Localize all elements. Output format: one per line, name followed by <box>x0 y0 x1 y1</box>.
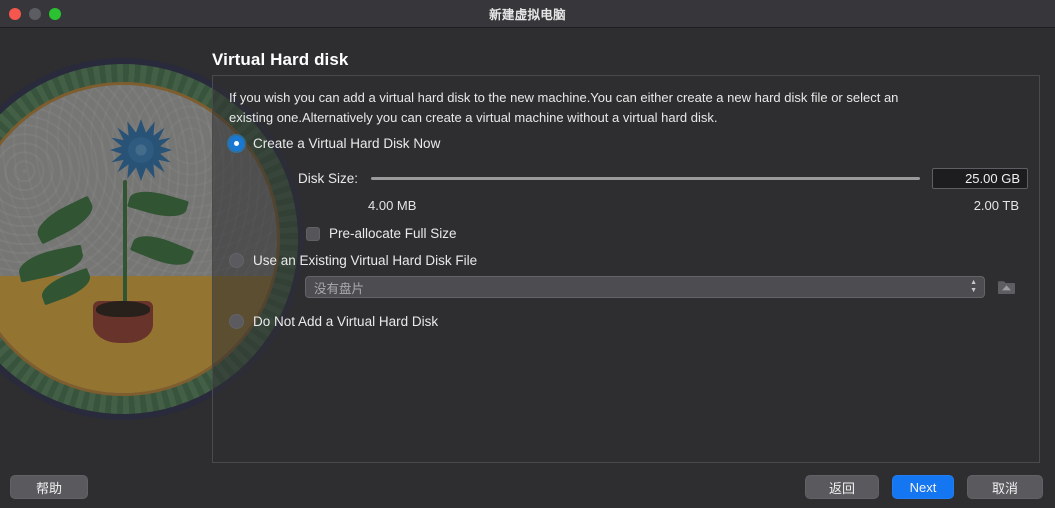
window-controls <box>9 0 61 28</box>
minimize-button[interactable] <box>29 8 41 20</box>
existing-disk-row: 没有盘片 ▲ ▼ <box>305 276 1025 298</box>
back-button[interactable]: 返回 <box>805 475 879 499</box>
pot-soil <box>96 300 150 317</box>
page-title: Virtual Hard disk <box>212 50 349 69</box>
radio-create-now-label: Create a Virtual Hard Disk Now <box>253 136 441 151</box>
close-button[interactable] <box>9 8 21 20</box>
help-button[interactable]: 帮助 <box>10 475 88 499</box>
option-do-not-add-virtual-hard-disk[interactable]: Do Not Add a Virtual Hard Disk <box>229 314 438 329</box>
disk-size-slider[interactable] <box>371 171 920 187</box>
cancel-button[interactable]: 取消 <box>967 475 1043 499</box>
disk-size-min-label: 4.00 MB <box>368 198 417 213</box>
radio-create-now[interactable] <box>229 136 244 151</box>
checkbox-pre-allocate[interactable] <box>306 226 320 241</box>
disk-size-max-label: 2.00 TB <box>973 198 1019 213</box>
window-title: 新建虚拟电脑 <box>489 8 566 22</box>
existing-disk-select[interactable]: 没有盘片 ▲ ▼ <box>305 276 985 298</box>
checkbox-pre-allocate-label: Pre-allocate Full Size <box>329 226 457 241</box>
new-virtual-machine-dialog: 新建虚拟电脑 Virtual Hard disk If you wish you… <box>0 0 1055 508</box>
next-button[interactable]: Next <box>892 475 954 499</box>
radio-do-not-add[interactable] <box>229 314 244 329</box>
folder-disk-icon[interactable] <box>996 277 1016 297</box>
disk-size-label: Disk Size: <box>298 171 359 186</box>
radio-use-existing-label: Use an Existing Virtual Hard Disk File <box>253 253 478 268</box>
page-description: If you wish you can add a virtual hard d… <box>229 90 899 125</box>
disk-size-row: Disk Size: 25.00 GB <box>298 168 1028 189</box>
option-use-existing-virtual-hard-disk-file[interactable]: Use an Existing Virtual Hard Disk File <box>229 253 477 268</box>
option-create-virtual-hard-disk-now[interactable]: Create a Virtual Hard Disk Now <box>229 136 440 151</box>
disk-size-value-field[interactable]: 25.00 GB <box>932 168 1028 189</box>
maximize-button[interactable] <box>49 8 61 20</box>
slider-track[interactable] <box>371 177 920 180</box>
chevron-up-down-icon: ▲ ▼ <box>970 279 977 294</box>
radio-use-existing[interactable] <box>229 253 244 268</box>
pre-allocate-full-size-row[interactable]: Pre-allocate Full Size <box>306 226 457 241</box>
flower-bloom <box>110 118 173 181</box>
window-titlebar: 新建虚拟电脑 <box>0 0 1055 28</box>
radio-do-not-add-label: Do Not Add a Virtual Hard Disk <box>253 314 439 329</box>
plant-stem <box>122 180 127 310</box>
existing-disk-select-value: 没有盘片 <box>314 281 365 296</box>
content-panel: If you wish you can add a virtual hard d… <box>212 75 1040 463</box>
